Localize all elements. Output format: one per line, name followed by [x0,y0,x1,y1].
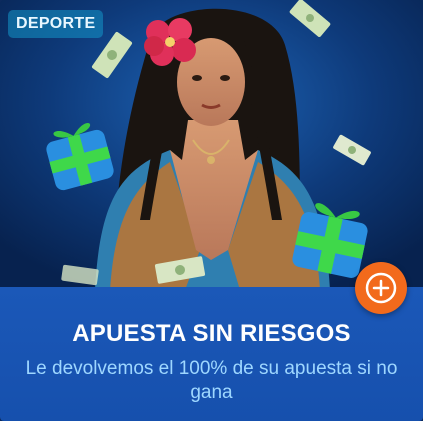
hero-image [0,0,423,290]
promo-title: APUESTA SIN RIESGOS [72,320,351,347]
promo-subtitle: Le devolvemos el 100% de su apuesta si n… [25,358,398,403]
expand-button[interactable] [355,262,407,314]
category-badge: DEPORTE [8,10,104,38]
plus-circle-icon [365,272,397,304]
promo-card[interactable]: DEPORTE APUESTA SIN RIESGOS Le devolvemo… [0,0,423,421]
